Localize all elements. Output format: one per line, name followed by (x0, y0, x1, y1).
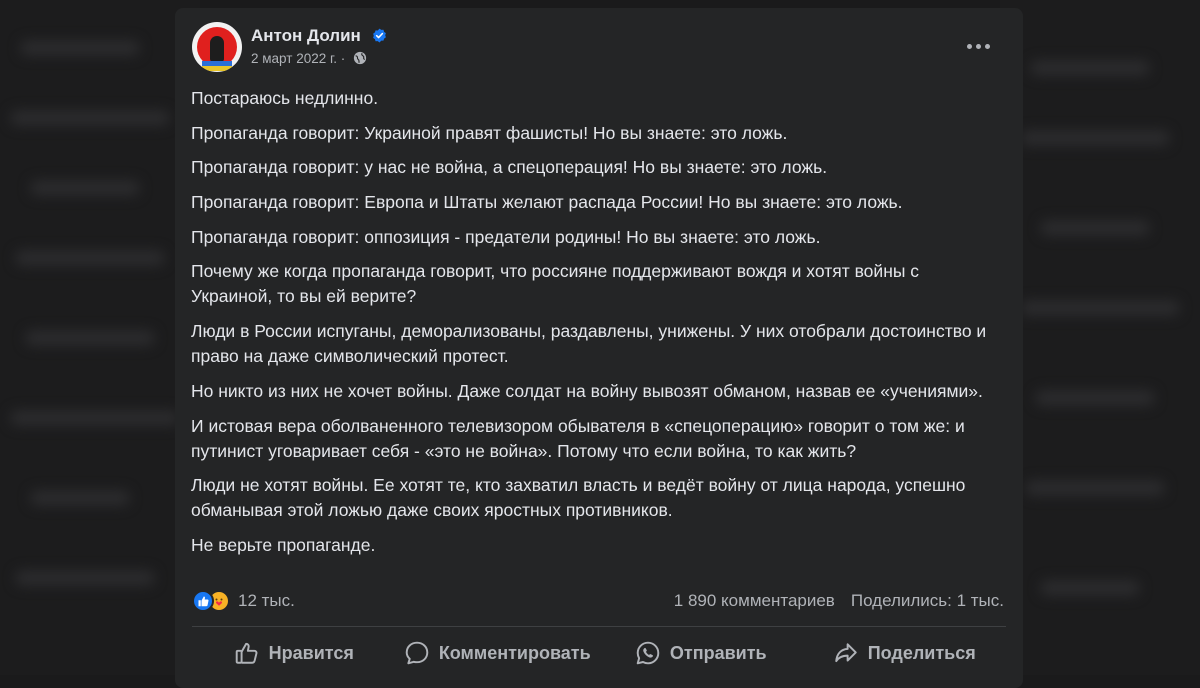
author-name[interactable]: Антон Долин (251, 26, 361, 45)
post-paragraph: Пропаганда говорит: Украиной правят фаши… (191, 122, 788, 143)
meta-separator: · (340, 51, 346, 66)
post-date[interactable]: 2 март 2022 г. (251, 51, 337, 66)
author-name-block: Антон Долин (251, 26, 387, 46)
post-paragraph: Пропаганда говорит: у нас не война, а сп… (191, 157, 828, 178)
post-paragraph: Пропаганда говорит: оппозиция - предател… (191, 226, 821, 247)
blurred-background-left (0, 0, 200, 675)
share-button[interactable]: Поделиться (803, 633, 1007, 673)
post-paragraph: Постараюсь недлинно. (191, 88, 379, 108)
share-count[interactable]: Поделились: 1 тыс. (851, 591, 1004, 611)
post-meta: 2 март 2022 г. · (251, 51, 367, 66)
post-paragraph: Пропаганда говорит: Европа и Штаты желаю… (191, 192, 903, 213)
comment-bubble-icon (405, 641, 429, 665)
post-paragraph: Люди не хотят войны. Ее хотят те, кто за… (191, 475, 966, 521)
like-label: Нравится (268, 642, 354, 663)
thumbs-up-icon (235, 642, 258, 664)
action-bar: Нравится Комментировать Отправить Подели… (192, 633, 1006, 673)
post-paragraph: Почему же когда пропаганда говорит, что … (191, 261, 920, 307)
post-body: Постараюсь недлинно. Пропаганда говорит:… (191, 86, 1003, 568)
verified-badge-icon (372, 28, 386, 43)
post-paragraph: Но никто из них не хочет войны. Даже сол… (191, 380, 983, 401)
comment-label: Комментировать (438, 642, 591, 663)
divider (192, 626, 1006, 627)
engagement-counts: 1 890 комментариев Поделились: 1 тыс. (674, 588, 1004, 614)
like-button[interactable]: Нравится (192, 633, 396, 673)
post-paragraph: Люди в России испуганы, деморализованы, … (191, 321, 987, 367)
reaction-count: 12 тыс. (238, 591, 295, 610)
post-paragraph: И истовая вера оболваненного телевизором… (191, 415, 965, 461)
blurred-background-right (1000, 0, 1200, 675)
share-arrow-icon (835, 643, 857, 663)
send-button[interactable]: Отправить (599, 633, 803, 673)
more-options-icon[interactable] (960, 32, 996, 60)
share-label: Поделиться (867, 642, 976, 663)
post-header: Антон Долин 2 март 2022 г. · (192, 22, 1006, 74)
comment-button[interactable]: Комментировать (396, 633, 600, 673)
like-reaction-icon (192, 590, 214, 612)
comment-count[interactable]: 1 890 комментариев (674, 591, 835, 611)
globe-icon (353, 51, 367, 65)
whatsapp-icon (636, 641, 660, 665)
send-label: Отправить (669, 642, 767, 663)
post-stats: 12 тыс. 1 890 комментариев Поделились: 1… (192, 588, 1004, 614)
avatar[interactable] (192, 22, 242, 72)
post-paragraph: Не верьте пропаганде. (191, 534, 376, 555)
reactions-summary[interactable]: 12 тыс. (192, 588, 295, 614)
post-card: Антон Долин 2 март 2022 г. · Постараюсь … (175, 8, 1023, 688)
